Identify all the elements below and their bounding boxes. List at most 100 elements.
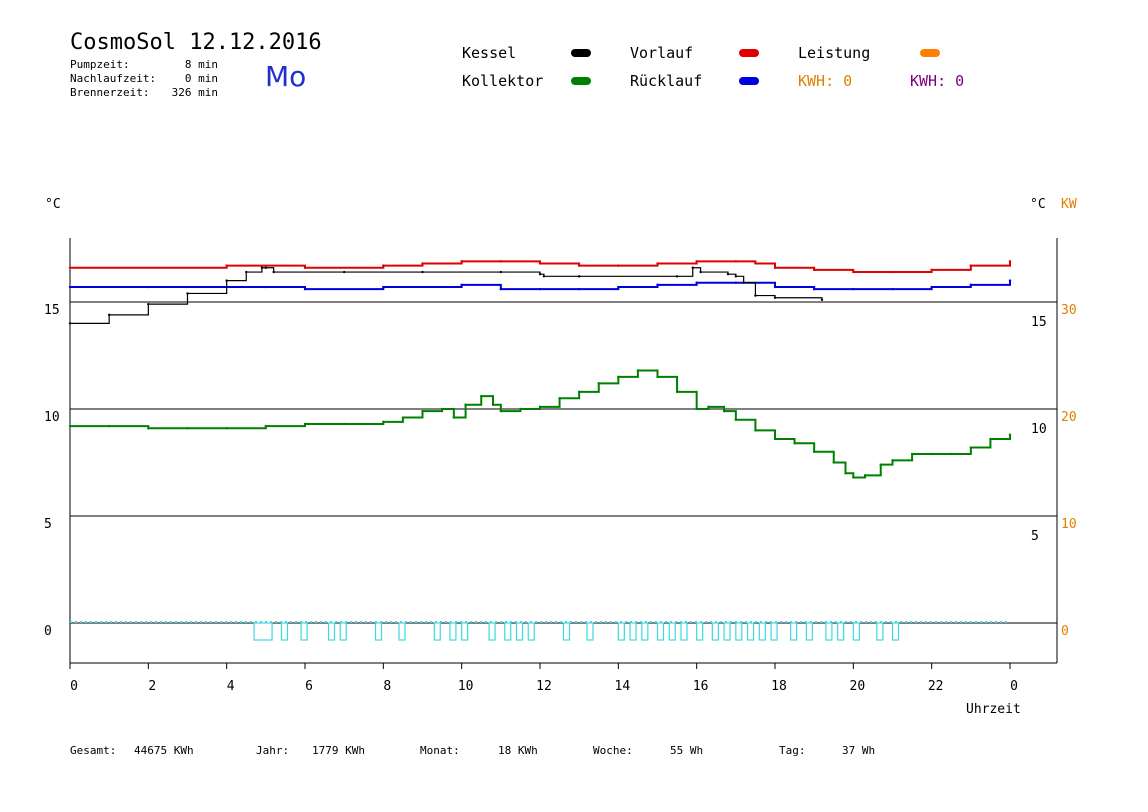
data-point-3-7 xyxy=(342,422,346,426)
x-tick-label-4: 8 xyxy=(383,679,391,694)
x-tick-label-7: 14 xyxy=(615,679,631,694)
data-point-3-4 xyxy=(225,427,228,430)
pump-pulse-1 xyxy=(280,622,289,641)
pump-pulse-24 xyxy=(723,622,731,641)
data-point-3-8 xyxy=(382,420,385,424)
left-tick-15: 15 xyxy=(44,303,60,318)
pump-pulse-17 xyxy=(629,622,637,641)
pump-pulse-31 xyxy=(825,622,833,641)
data-point-3-13 xyxy=(464,403,467,406)
data-point-2-0 xyxy=(68,322,72,325)
data-point-2-15 xyxy=(675,275,679,278)
series-line-kollektor xyxy=(70,369,1011,479)
data-point-3-9 xyxy=(401,416,405,419)
x-tick-label-11: 22 xyxy=(928,679,944,694)
data-point-2-23 xyxy=(820,298,824,302)
data-point-1-20 xyxy=(1008,279,1012,282)
pump-pulse-34 xyxy=(876,622,884,641)
pump-pulse-35 xyxy=(891,622,900,641)
data-point-1-3 xyxy=(264,285,268,289)
data-point-2-16 xyxy=(691,266,694,269)
pump-pulse-29 xyxy=(790,622,798,641)
data-point-1-10 xyxy=(617,285,620,289)
series-line-kessel xyxy=(70,267,823,324)
footer-jahr-value: 1779 KWh xyxy=(312,744,365,757)
data-point-3-6 xyxy=(303,422,307,426)
data-point-1-5 xyxy=(382,285,385,289)
footer-tag-label: Tag: xyxy=(779,744,806,757)
data-point-0-12 xyxy=(734,260,738,263)
data-point-0-7 xyxy=(538,262,542,265)
right-tick-c-5: 5 xyxy=(1031,529,1039,544)
data-point-1-1 xyxy=(147,285,150,289)
data-point-3-19 xyxy=(558,397,561,400)
data-point-3-20 xyxy=(577,390,581,394)
x-tick-label-2: 4 xyxy=(227,679,235,694)
data-point-0-2 xyxy=(303,266,307,269)
pump-pulse-33 xyxy=(852,622,860,641)
data-point-2-14 xyxy=(577,275,581,278)
pump-pulse-4 xyxy=(339,622,347,641)
x-tick-label-9: 18 xyxy=(771,679,787,694)
data-point-3-1 xyxy=(107,424,111,428)
pump-pulse-32 xyxy=(837,622,845,641)
pump-pulse-10 xyxy=(488,622,496,641)
data-point-1-16 xyxy=(852,287,855,291)
data-point-0-15 xyxy=(812,268,816,272)
pump-pulse-14 xyxy=(562,622,571,641)
data-point-3-27 xyxy=(707,405,710,409)
x-tick-label-1: 2 xyxy=(148,679,156,694)
data-point-2-12 xyxy=(538,272,542,276)
pump-pulse-0 xyxy=(253,622,273,641)
x-tick-label-3: 6 xyxy=(305,679,313,694)
data-point-3-25 xyxy=(675,390,679,394)
data-point-2-3 xyxy=(186,292,189,295)
footer-woche-label: Woche: xyxy=(593,744,633,757)
data-point-3-12 xyxy=(452,416,456,419)
data-point-0-18 xyxy=(930,268,933,272)
pump-pulse-11 xyxy=(504,622,512,641)
data-point-0-14 xyxy=(773,266,777,269)
data-point-3-33 xyxy=(812,450,816,453)
data-point-3-21 xyxy=(597,382,600,385)
pump-pulse-30 xyxy=(805,622,813,641)
pump-pulse-19 xyxy=(656,622,665,641)
data-point-2-7 xyxy=(264,266,268,269)
data-point-2-11 xyxy=(499,270,503,274)
data-point-1-14 xyxy=(773,285,777,289)
data-point-0-9 xyxy=(617,264,620,267)
pump-pulse-26 xyxy=(746,622,755,641)
data-point-3-3 xyxy=(186,427,189,430)
data-point-2-2 xyxy=(147,302,150,306)
data-point-0-16 xyxy=(852,270,855,274)
data-point-0-8 xyxy=(577,264,581,267)
pump-pulse-2 xyxy=(300,622,308,641)
data-point-0-3 xyxy=(382,264,385,267)
data-point-3-31 xyxy=(773,437,777,441)
data-point-3-44 xyxy=(989,437,992,441)
data-point-1-7 xyxy=(499,287,503,291)
data-point-0-10 xyxy=(656,262,659,265)
data-point-1-15 xyxy=(812,287,816,291)
pump-pulse-15 xyxy=(586,622,594,641)
pump-pulse-5 xyxy=(374,622,383,641)
footer-monat-label: Monat: xyxy=(420,744,460,757)
data-point-2-19 xyxy=(734,275,738,278)
data-point-0-1 xyxy=(225,264,228,267)
pump-pulse-7 xyxy=(433,622,441,641)
pump-pulse-3 xyxy=(327,622,336,641)
data-point-2-10 xyxy=(421,270,424,274)
data-point-3-10 xyxy=(421,409,424,413)
data-point-3-37 xyxy=(863,474,867,477)
data-point-0-6 xyxy=(499,260,503,263)
data-point-0-5 xyxy=(460,260,463,263)
data-point-2-6 xyxy=(260,266,264,269)
x-tick-label-6: 12 xyxy=(536,679,552,694)
data-point-3-23 xyxy=(636,369,640,372)
pump-pulse-16 xyxy=(617,622,625,641)
series-line-ruecklauf xyxy=(70,280,1011,291)
data-point-3-14 xyxy=(480,394,483,398)
data-point-1-4 xyxy=(303,287,307,291)
data-point-3-28 xyxy=(722,409,726,413)
x-tick-label-8: 16 xyxy=(693,679,709,694)
